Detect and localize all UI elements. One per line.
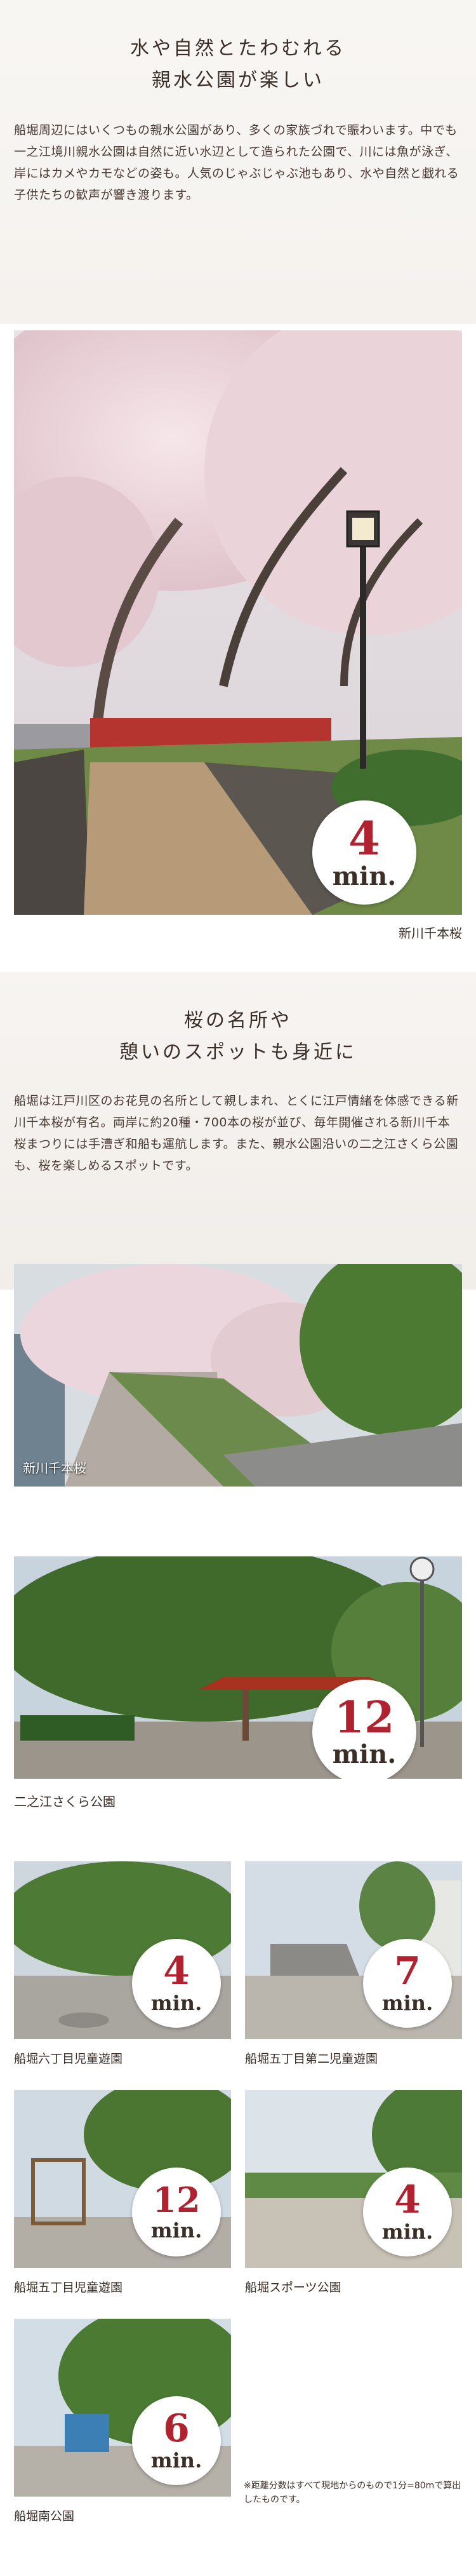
- grid-5-caption: 船堀南公園: [14, 2509, 75, 2523]
- photo-park-minutes-badge: 12 min.: [312, 1680, 416, 1779]
- intro-body: 船堀周辺にはいくつもの親水公園があり、多くの家族づれで賑わいます。中でも一之江境…: [14, 123, 459, 202]
- grid-photo-4: 4 min.: [245, 2090, 462, 2268]
- photo-river-cherry: 新川千本桜: [14, 1264, 462, 1487]
- photo-main-minutes-badge: 4 min.: [312, 800, 416, 905]
- grid-5-unit: min.: [150, 2448, 202, 2472]
- river-illustration: [14, 1264, 462, 1487]
- grid-1-minutes: 4: [163, 1949, 190, 1993]
- grid-4-caption: 船堀スポーツ公園: [245, 2281, 341, 2295]
- grid-2-caption: 船堀五丁目第二児童遊園: [245, 2052, 378, 2066]
- grid-1-caption: 船堀六丁目児童遊園: [14, 2052, 123, 2066]
- photo-cherry-path: 4 min.: [14, 330, 462, 915]
- sakura-body: 船堀は江戸川区のお花見の名所として親しまれ、とくに江戸情緒を体感できる新川千本桜…: [14, 1094, 459, 1173]
- grid-1-unit: min.: [150, 1991, 202, 2015]
- grid-3-minutes: 12: [152, 2180, 201, 2220]
- intro-headline-line2: 親水公園が楽しい: [152, 69, 324, 91]
- grid-photo-2: 7 min.: [245, 1861, 462, 2039]
- intro-headline: 水や自然とたわむれる 親水公園が楽しい: [0, 0, 476, 97]
- grid-2-minutes: 7: [394, 1949, 421, 1993]
- grid-4-minutes: 4: [394, 2178, 421, 2222]
- grid-photo-3: 12 min.: [14, 2090, 231, 2268]
- grid-1-minutes-badge: 4 min.: [132, 1939, 221, 2028]
- grid-4-unit: min.: [381, 2220, 433, 2244]
- photo-nino-e-park: 12 min.: [14, 1556, 462, 1779]
- grid-3-unit: min.: [150, 2218, 202, 2242]
- grid-2-unit: min.: [381, 1991, 433, 2015]
- photo-main-caption: 新川千本桜: [399, 926, 462, 941]
- sakura-headline-line1: 桜の名所や: [184, 1009, 292, 1032]
- grid-4-minutes-badge: 4 min.: [363, 2168, 452, 2256]
- sakura-section: 桜の名所や 憩いのスポットも身近に 船堀は江戸川区のお花見の名所として親しまれ、…: [0, 972, 476, 1290]
- photo-park-minutes: 12: [334, 1692, 395, 1743]
- grid-3-minutes-badge: 12 min.: [132, 2168, 221, 2256]
- photo-main-minutes: 4: [348, 811, 381, 865]
- grid-photo-1: 4 min.: [14, 1861, 231, 2039]
- sakura-headline-line2: 憩いのスポットも身近に: [119, 1041, 357, 1063]
- photo-park-unit: min.: [332, 1739, 397, 1769]
- grid-3-caption: 船堀五丁目児童遊園: [14, 2281, 123, 2295]
- photo-park-caption: 二之江さくら公園: [14, 1794, 116, 1809]
- intro-headline-line1: 水や自然とたわむれる: [130, 37, 346, 60]
- grid-5-minutes: 6: [163, 2406, 190, 2451]
- distance-note: ※距離分数はすべて現地からのもので1分=80mで算出したものです。: [244, 2481, 461, 2505]
- grid-2-minutes-badge: 7 min.: [363, 1939, 452, 2028]
- river-overlay-label: 新川千本桜: [23, 1460, 86, 1476]
- intro-section: 水や自然とたわむれる 親水公園が楽しい 船堀周辺にはいくつもの親水公園があり、多…: [0, 0, 476, 324]
- sakura-headline: 桜の名所や 憩いのスポットも身近に: [0, 972, 476, 1069]
- photo-main-unit: min.: [332, 861, 397, 891]
- grid-photo-5: 6 min.: [14, 2319, 231, 2497]
- grid-5-minutes-badge: 6 min.: [132, 2396, 221, 2485]
